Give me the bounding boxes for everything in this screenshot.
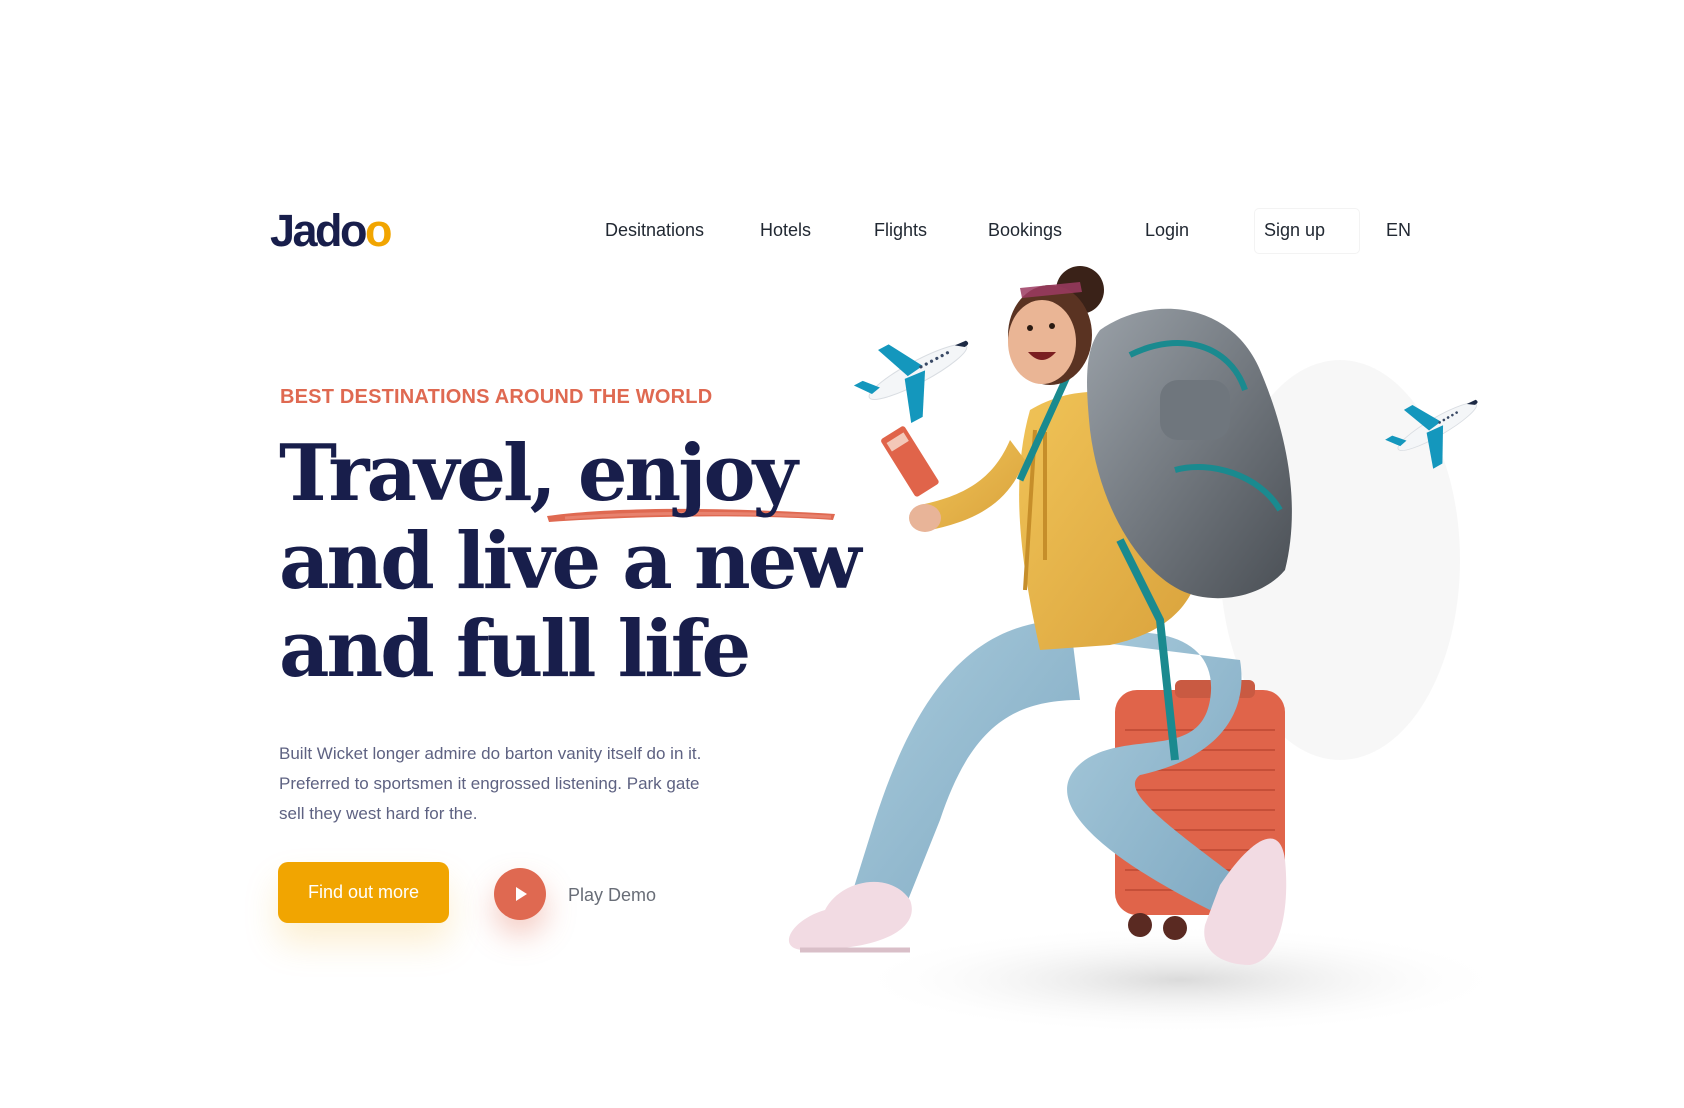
login-link[interactable]: Login [1145, 220, 1189, 241]
hero-description: Built Wicket longer admire do barton van… [279, 739, 759, 829]
description-line-2: Preferred to sportsmen it engrossed list… [279, 774, 700, 793]
description-line-1: Built Wicket longer admire do barton van… [279, 744, 702, 763]
nav-item-flights[interactable]: Flights [874, 220, 927, 241]
hero-traveler-illustration [788, 266, 1510, 1030]
nav-item-hotels[interactable]: Hotels [760, 220, 811, 241]
shoe-left-icon [788, 881, 912, 953]
play-demo-label[interactable]: Play Demo [568, 885, 656, 906]
find-out-more-button[interactable]: Find out more [278, 862, 449, 923]
signup-label[interactable]: Sign up [1264, 220, 1325, 241]
nav-item-bookings[interactable]: Bookings [988, 220, 1062, 241]
language-selector[interactable]: EN [1386, 220, 1411, 241]
nav-item-destinations[interactable]: Desitnations [605, 220, 704, 241]
plane-left-icon [853, 340, 969, 424]
passport-icon [881, 426, 939, 497]
play-icon [516, 887, 527, 901]
description-line-3: sell they west hard for the. [279, 804, 478, 823]
play-demo-button[interactable] [494, 868, 546, 920]
main-nav: Desitnations Hotels Flights Bookings Log… [0, 220, 1684, 250]
hero-kicker: BEST DESTINATIONS AROUND THE WORLD [280, 386, 713, 408]
